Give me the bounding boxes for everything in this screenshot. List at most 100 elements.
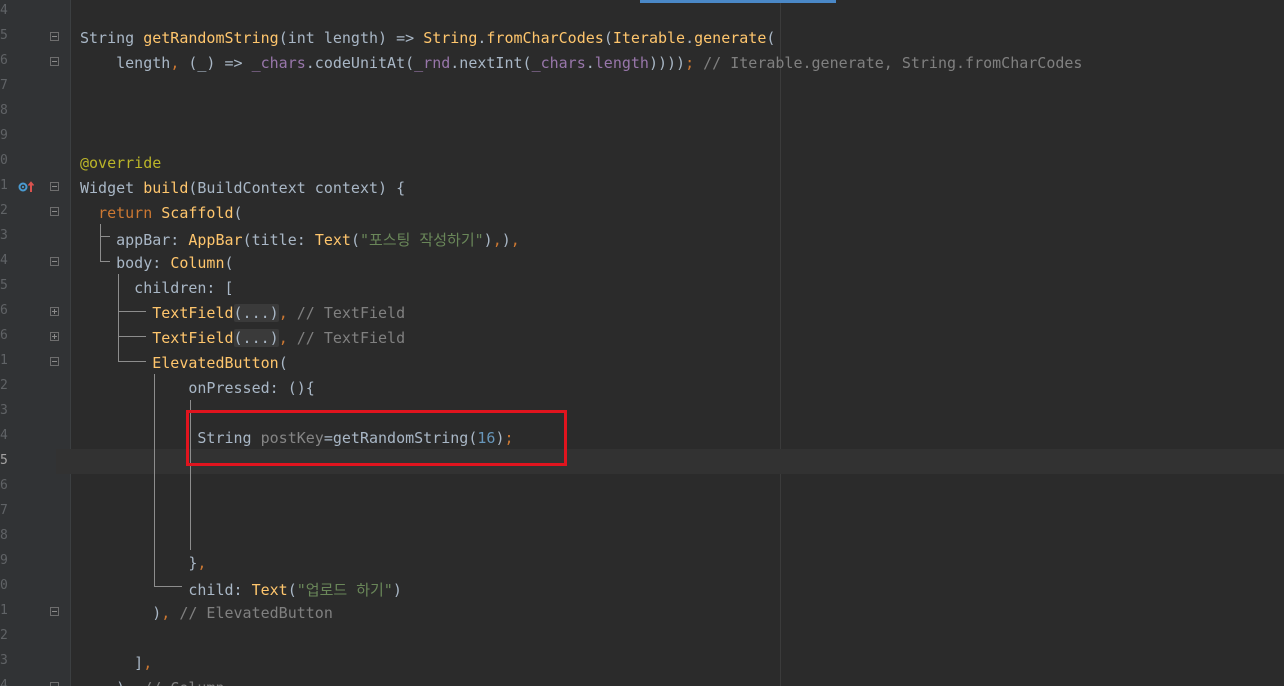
code-line[interactable]: 0 child: Text("업로드 하기") <box>0 575 1284 600</box>
code-text[interactable]: ), // Column <box>80 679 224 686</box>
code-token: ( <box>233 204 243 222</box>
code-token: Iterable <box>612 29 686 47</box>
code-token: ; <box>685 54 704 72</box>
code-line[interactable]: 6 <box>0 475 1284 500</box>
code-token: // TextField <box>296 329 406 347</box>
code-line[interactable]: 2 return Scaffold( <box>0 200 1284 225</box>
code-token: Scaffold <box>161 204 234 222</box>
code-token: appBar: <box>80 231 189 249</box>
code-token: fromCharCodes <box>486 29 604 47</box>
code-text[interactable]: String getRandomString(int length) => St… <box>80 29 775 47</box>
code-token: , <box>492 231 502 249</box>
line-number: 3 <box>0 228 8 243</box>
code-token: ) <box>392 581 402 599</box>
folded-code-region[interactable]: (...) <box>233 329 279 347</box>
code-line[interactable]: 9 }, <box>0 550 1284 575</box>
code-text[interactable]: return Scaffold( <box>80 204 243 222</box>
code-line[interactable]: 7 <box>0 500 1284 525</box>
code-token: , <box>125 679 143 686</box>
code-line[interactable]: 3 ], <box>0 650 1284 675</box>
code-line[interactable]: 3 appBar: AppBar(title: Text("포스팅 작성하기")… <box>0 225 1284 250</box>
code-line[interactable]: 1 ), // ElevatedButton <box>0 600 1284 625</box>
code-line[interactable]: 2 onPressed: (){ <box>0 375 1284 400</box>
code-line[interactable]: 1 ElevatedButton( <box>0 350 1284 375</box>
code-token: (title: <box>242 231 315 249</box>
code-line[interactable]: 8 <box>0 525 1284 550</box>
code-token: , <box>197 554 207 572</box>
code-line[interactable]: 6 length, (_) => _chars.codeUnitAt(_rnd.… <box>0 50 1284 75</box>
code-token: ( <box>603 29 613 47</box>
code-token: Column <box>170 254 225 272</box>
code-token: , <box>170 54 189 72</box>
line-number: 7 <box>0 78 8 93</box>
code-text[interactable]: }, <box>80 554 206 572</box>
code-line[interactable]: 0 @override <box>0 150 1284 175</box>
code-line[interactable]: 5 String getRandomString(int length) => S… <box>0 25 1284 50</box>
code-text[interactable]: children: [ <box>80 279 233 297</box>
collapse-fold-icon[interactable] <box>50 207 59 216</box>
code-token: // Iterable.generate, String.fromCharCod… <box>703 54 1083 72</box>
code-line[interactable]: 6 TextField(...), // TextField <box>0 325 1284 350</box>
code-token: child: <box>80 581 252 599</box>
line-number: 1 <box>0 603 8 618</box>
code-token: _rnd <box>414 54 451 72</box>
annotation-highlight-box <box>186 410 567 466</box>
code-text[interactable]: TextField(...), // TextField <box>80 304 405 322</box>
code-editor[interactable]: 4 5 String getRandomString(int length) => … <box>0 0 1284 686</box>
code-line[interactable]: 8 <box>0 100 1284 125</box>
code-line[interactable]: 6 TextField(...), // TextField <box>0 300 1284 325</box>
code-token: length <box>594 54 649 72</box>
collapse-fold-icon[interactable] <box>50 32 59 41</box>
code-token: TextField <box>152 304 234 322</box>
code-token: , <box>278 304 297 322</box>
code-text[interactable]: ), // ElevatedButton <box>80 604 333 622</box>
code-token: // Column <box>143 679 224 686</box>
code-text[interactable]: child: Text("업로드 하기") <box>80 579 402 600</box>
code-token: length <box>80 54 171 72</box>
collapse-fold-icon[interactable] <box>50 357 59 366</box>
collapse-fold-icon[interactable] <box>50 57 59 66</box>
code-text[interactable]: onPressed: (){ <box>80 379 314 397</box>
line-number: 5 <box>0 28 8 43</box>
code-line[interactable]: 4 body: Column( <box>0 250 1284 275</box>
code-text[interactable]: TextField(...), // TextField <box>80 329 405 347</box>
code-token: build <box>143 179 189 197</box>
collapse-fold-icon[interactable] <box>50 607 59 616</box>
code-text[interactable]: body: Column( <box>80 254 233 272</box>
collapse-fold-icon[interactable] <box>50 682 59 686</box>
code-line[interactable]: 7 <box>0 75 1284 100</box>
code-token: Text <box>314 231 351 249</box>
code-token: .nextInt( <box>450 54 532 72</box>
code-token: String <box>80 29 144 47</box>
code-line[interactable]: 1 Widget build(BuildContext context) { <box>0 175 1284 200</box>
code-token: return <box>98 204 162 222</box>
line-number: 2 <box>0 203 8 218</box>
code-line[interactable]: 4 <box>0 0 1284 25</box>
line-number: 5 <box>0 278 8 293</box>
code-token: , <box>510 231 520 249</box>
line-number: 8 <box>0 103 8 118</box>
code-token: // TextField <box>296 304 406 322</box>
collapse-fold-icon[interactable] <box>50 257 59 266</box>
collapse-fold-icon[interactable] <box>50 182 59 191</box>
code-token: .codeUnitAt( <box>305 54 415 72</box>
code-text[interactable]: @override <box>80 154 161 172</box>
code-line[interactable]: 5 children: [ <box>0 275 1284 300</box>
code-text[interactable]: ], <box>80 654 152 672</box>
expand-fold-icon[interactable] <box>50 332 59 341</box>
expand-fold-icon[interactable] <box>50 307 59 316</box>
code-text[interactable]: length, (_) => _chars.codeUnitAt(_rnd.ne… <box>80 54 1082 72</box>
code-text[interactable]: ElevatedButton( <box>80 354 287 372</box>
code-text[interactable]: Widget build(BuildContext context) { <box>80 179 405 197</box>
folded-code-region[interactable]: (...) <box>233 304 279 322</box>
line-number: 6 <box>0 478 8 493</box>
line-number: 8 <box>0 528 8 543</box>
code-line[interactable]: 9 <box>0 125 1284 150</box>
code-token: } <box>80 554 198 572</box>
code-token: // ElevatedButton <box>179 604 333 622</box>
code-text[interactable]: appBar: AppBar(title: Text("포스팅 작성하기"),)… <box>80 229 520 250</box>
code-line[interactable]: 2 <box>0 625 1284 650</box>
code-line[interactable]: 4 ), // Column <box>0 675 1284 686</box>
code-token: "업로드 하기" <box>296 581 393 599</box>
